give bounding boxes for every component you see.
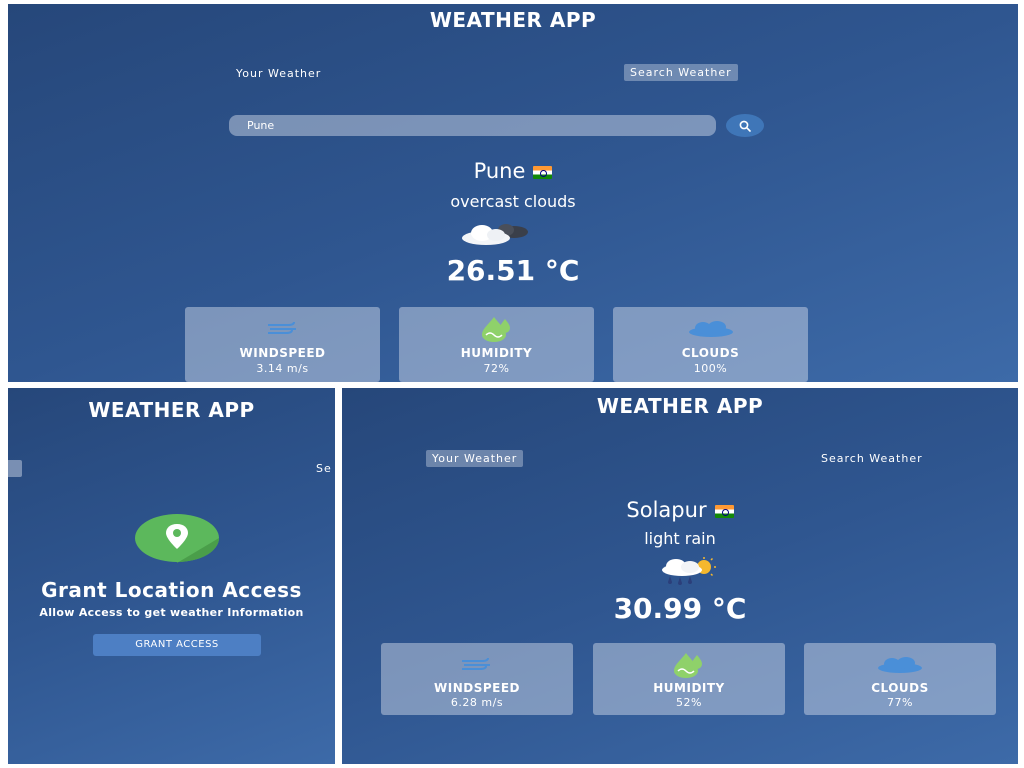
humidity-drop-icon bbox=[674, 653, 702, 678]
temperature: 30.99 °C bbox=[613, 592, 747, 625]
grant-heading: Grant Location Access bbox=[41, 578, 302, 602]
weather-view-solapur: WEATHER APP Your Weather Search Weather … bbox=[342, 388, 1018, 764]
clouds-label: CLOUDS bbox=[681, 346, 740, 360]
city-name: Solapur bbox=[342, 498, 1018, 522]
humidity-value: 52% bbox=[676, 696, 702, 709]
tab-your-weather[interactable]: Your Weather bbox=[426, 450, 524, 467]
clouds-value: 77% bbox=[887, 696, 913, 709]
tab-search-weather-partial[interactable]: Se bbox=[316, 460, 332, 477]
search-icon bbox=[739, 120, 751, 132]
grant-access-button[interactable]: GRANT ACCESS bbox=[93, 634, 261, 656]
temperature: 26.51 °C bbox=[446, 254, 580, 287]
app-title: WEATHER APP bbox=[596, 394, 764, 418]
windspeed-label: WINDSPEED bbox=[239, 346, 326, 360]
app-title: WEATHER APP bbox=[429, 8, 597, 32]
search-button[interactable] bbox=[726, 114, 764, 137]
humidity-label: HUMIDITY bbox=[653, 681, 725, 695]
windspeed-label: WINDSPEED bbox=[434, 681, 520, 695]
rain-sun-cloud-icon bbox=[662, 557, 716, 585]
clouds-card: CLOUDS 100% bbox=[613, 307, 808, 382]
cloud-icon bbox=[688, 321, 733, 337]
clouds-card: CLOUDS 77% bbox=[804, 643, 996, 715]
weather-description: overcast clouds bbox=[450, 192, 576, 211]
weather-view-pune: WEATHER APP Your Weather Search Weather … bbox=[8, 4, 1018, 382]
app-title: WEATHER APP bbox=[88, 398, 255, 422]
tab-your-weather-partial[interactable] bbox=[8, 460, 22, 477]
grant-subtext: Allow Access to get weather Information bbox=[39, 606, 304, 619]
overcast-cloud-icon bbox=[462, 224, 528, 245]
india-flag-icon bbox=[533, 165, 553, 179]
tab-search-weather[interactable]: Search Weather bbox=[815, 450, 929, 467]
wind-icon bbox=[267, 321, 296, 334]
humidity-value: 72% bbox=[483, 362, 510, 375]
windspeed-card: WINDSPEED 6.28 m/s bbox=[381, 643, 573, 715]
search-input[interactable]: Pune bbox=[229, 115, 716, 136]
humidity-drop-icon bbox=[481, 317, 510, 342]
city-name: Pune bbox=[8, 159, 1018, 183]
cloud-icon bbox=[878, 657, 922, 673]
grant-access-view: WEATHER APP Se Grant Location Access All… bbox=[8, 388, 335, 764]
city-label: Solapur bbox=[626, 498, 707, 522]
windspeed-card: WINDSPEED 3.14 m/s bbox=[185, 307, 380, 382]
wind-icon bbox=[462, 657, 490, 670]
clouds-label: CLOUDS bbox=[871, 681, 929, 695]
tab-search-weather[interactable]: Search Weather bbox=[624, 64, 738, 81]
city-label: Pune bbox=[473, 159, 526, 183]
windspeed-value: 6.28 m/s bbox=[450, 696, 504, 709]
tab-your-weather[interactable]: Your Weather bbox=[230, 65, 327, 82]
location-pin-icon[interactable] bbox=[134, 513, 220, 563]
clouds-value: 100% bbox=[693, 362, 728, 375]
india-flag-icon bbox=[714, 504, 734, 518]
weather-description: light rain bbox=[644, 529, 716, 548]
windspeed-value: 3.14 m/s bbox=[256, 362, 309, 375]
humidity-card: HUMIDITY 52% bbox=[593, 643, 785, 715]
humidity-label: HUMIDITY bbox=[460, 346, 533, 360]
humidity-card: HUMIDITY 72% bbox=[399, 307, 594, 382]
